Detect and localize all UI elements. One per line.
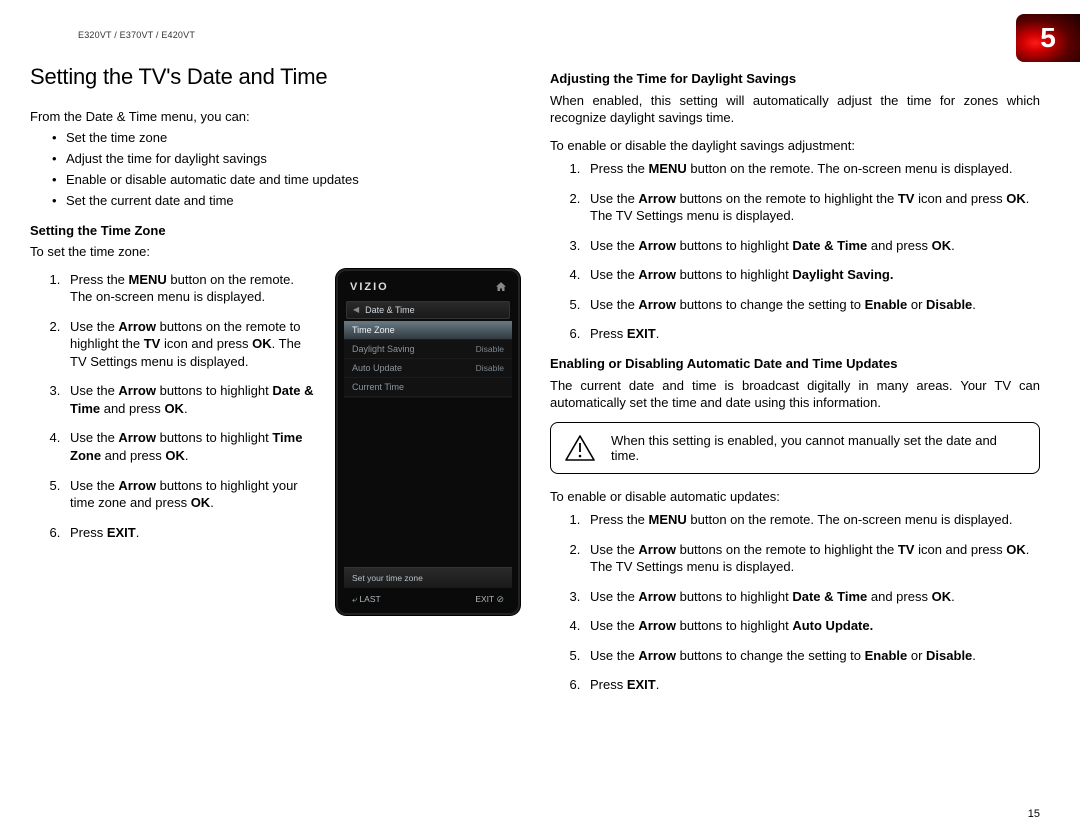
exit-icon: ⊘	[496, 594, 504, 604]
menu-row-currenttime: Current Time	[344, 378, 512, 397]
step-item: Use the Arrow buttons to highlight Dayli…	[584, 266, 1040, 284]
model-header: E320VT / E370VT / E420VT	[78, 30, 1040, 40]
step-item: Use the Arrow buttons to change the sett…	[584, 647, 1040, 665]
list-item: Set the time zone	[30, 130, 520, 145]
autoupdate-desc: The current date and time is broadcast d…	[550, 377, 1040, 412]
timezone-lead: To set the time zone:	[30, 243, 520, 261]
back-icon: ◀	[353, 305, 359, 314]
list-item: Set the current date and time	[30, 193, 520, 208]
step-item: Use the Arrow buttons to highlight Date …	[64, 382, 318, 417]
home-icon	[496, 282, 506, 291]
step-item: Use the Arrow buttons to highlight Date …	[584, 237, 1040, 255]
daylight-desc: When enabled, this setting will automati…	[550, 92, 1040, 127]
step-item: Press EXIT.	[584, 676, 1040, 694]
step-item: Use the Arrow buttons to highlight Auto …	[584, 617, 1040, 635]
autoupdate-heading: Enabling or Disabling Automatic Date and…	[550, 355, 1040, 373]
list-item: Adjust the time for daylight savings	[30, 151, 520, 166]
warning-text: When this setting is enabled, you cannot…	[611, 433, 1025, 463]
menu-row-autoupdate: Auto UpdateDisable	[344, 359, 512, 378]
list-item: Enable or disable automatic date and tim…	[30, 172, 520, 187]
step-item: Press EXIT.	[584, 325, 1040, 343]
device-screenshot: VIZIO ◀ Date & Time Time Zone Daylight S…	[336, 269, 520, 615]
menu-row-timezone: Time Zone	[344, 321, 512, 340]
step-item: Use the Arrow buttons to change the sett…	[584, 296, 1040, 314]
daylight-heading: Adjusting the Time for Daylight Savings	[550, 70, 1040, 88]
step-item: Use the Arrow buttons to highlight Date …	[584, 588, 1040, 606]
daylight-steps: Press the MENU button on the remote. The…	[550, 160, 1040, 343]
chapter-number: 5	[1040, 22, 1056, 54]
menu-row-daylight: Daylight SavingDisable	[344, 340, 512, 359]
step-item: Press the MENU button on the remote. The…	[584, 160, 1040, 178]
last-icon: ⤶	[352, 594, 357, 604]
breadcrumb-label: Date & Time	[365, 305, 415, 315]
step-item: Press EXIT.	[64, 524, 318, 542]
warning-icon	[565, 435, 595, 461]
timezone-heading: Setting the Time Zone	[30, 222, 520, 240]
step-item: Use the Arrow buttons on the remote to h…	[64, 318, 318, 371]
step-item: Use the Arrow buttons on the remote to h…	[584, 541, 1040, 576]
chapter-tab: 5	[1016, 14, 1080, 62]
step-item: Press the MENU button on the remote. The…	[584, 511, 1040, 529]
intro-line: From the Date & Time menu, you can:	[30, 108, 520, 126]
device-breadcrumb: ◀ Date & Time	[346, 301, 510, 319]
step-item: Press the MENU button on the remote. The…	[64, 271, 318, 306]
autoupdate-lead: To enable or disable automatic updates:	[550, 488, 1040, 506]
intro-bullets: Set the time zone Adjust the time for da…	[30, 130, 520, 208]
daylight-lead: To enable or disable the daylight saving…	[550, 137, 1040, 155]
device-brand: VIZIO	[350, 281, 389, 293]
section-title: Setting the TV's Date and Time	[30, 64, 520, 90]
timezone-steps: Press the MENU button on the remote. The…	[30, 271, 318, 542]
step-item: Use the Arrow buttons on the remote to h…	[584, 190, 1040, 225]
step-item: Use the Arrow buttons to highlight Time …	[64, 429, 318, 464]
device-help-text: Set your time zone	[344, 567, 512, 588]
step-item: Use the Arrow buttons to highlight your …	[64, 477, 318, 512]
warning-box: When this setting is enabled, you cannot…	[550, 422, 1040, 474]
device-bottom-bar: ⤶ LAST EXIT ⊘	[344, 588, 512, 607]
autoupdate-steps: Press the MENU button on the remote. The…	[550, 511, 1040, 694]
page-number: 15	[1028, 808, 1040, 820]
